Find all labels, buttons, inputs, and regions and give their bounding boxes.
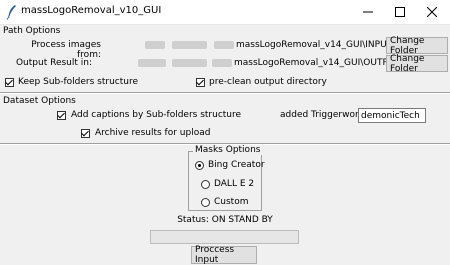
triggerword-input[interactable] bbox=[358, 108, 426, 123]
masks-options-label: Masks Options bbox=[193, 145, 263, 155]
redacted-path bbox=[172, 59, 207, 67]
redacted-path bbox=[214, 41, 234, 49]
check-icon bbox=[57, 110, 65, 119]
window-title: massLogoRemoval_v10_GUI bbox=[21, 5, 162, 16]
close-button[interactable] bbox=[417, 0, 447, 24]
preclean-label: pre-clean output directory bbox=[209, 77, 327, 87]
section-divider-highlight bbox=[0, 93, 450, 94]
radio-dall-e-2[interactable] bbox=[201, 180, 210, 189]
archive-label: Archive results for upload bbox=[95, 128, 211, 138]
check-icon bbox=[81, 128, 89, 137]
feather-icon bbox=[6, 5, 16, 20]
radio-selected-icon bbox=[198, 164, 201, 167]
close-icon bbox=[427, 7, 437, 17]
output-label: Output Result in: bbox=[15, 58, 92, 68]
title-bar: massLogoRemoval_v10_GUI bbox=[0, 0, 450, 25]
preclean-checkbox[interactable] bbox=[196, 77, 205, 87]
maximize-icon bbox=[395, 7, 405, 17]
radio-dall-e-2-label: DALL E 2 bbox=[214, 179, 255, 189]
change-folder-output-button[interactable]: Change Folder bbox=[386, 54, 448, 74]
radio-custom[interactable] bbox=[201, 198, 210, 207]
check-icon bbox=[5, 77, 13, 86]
captions-checkbox[interactable] bbox=[57, 110, 66, 120]
process-label: Process images from: bbox=[31, 40, 101, 60]
minimize-button[interactable] bbox=[353, 0, 383, 24]
process-input-button[interactable]: Proccess Input bbox=[191, 245, 257, 265]
output-path: massLogoRemoval_v14_GUI\OUTPUT bbox=[234, 58, 400, 68]
captions-label: Add captions by Sub-folders structure bbox=[71, 110, 242, 120]
radio-bing-creator[interactable] bbox=[195, 161, 204, 170]
change-folder-input-button[interactable]: Change Folder bbox=[386, 36, 448, 56]
maximize-button[interactable] bbox=[385, 0, 415, 24]
keep-subfolders-label: Keep Sub-folders structure bbox=[18, 77, 138, 87]
radio-bing-creator-label: Bing Creator bbox=[208, 160, 265, 170]
status-text: Status: ON STAND BY bbox=[177, 215, 273, 225]
radio-custom-label: Custom bbox=[214, 197, 249, 207]
redacted-path bbox=[172, 41, 207, 49]
check-icon bbox=[196, 77, 204, 86]
trigger-label: added Triggerword: bbox=[280, 110, 368, 120]
keep-subfolders-checkbox[interactable] bbox=[5, 77, 14, 87]
redacted-path bbox=[145, 41, 165, 49]
minimize-icon bbox=[363, 11, 373, 13]
archive-checkbox[interactable] bbox=[81, 128, 90, 138]
progress-bar bbox=[150, 230, 299, 244]
process-path: massLogoRemoval_v14_GUI\INPUT bbox=[236, 40, 393, 50]
redacted-path bbox=[138, 59, 166, 67]
path-options-label: Path Options bbox=[3, 26, 61, 36]
dataset-options-label: Dataset Options bbox=[3, 96, 76, 106]
redacted-path bbox=[212, 59, 232, 67]
